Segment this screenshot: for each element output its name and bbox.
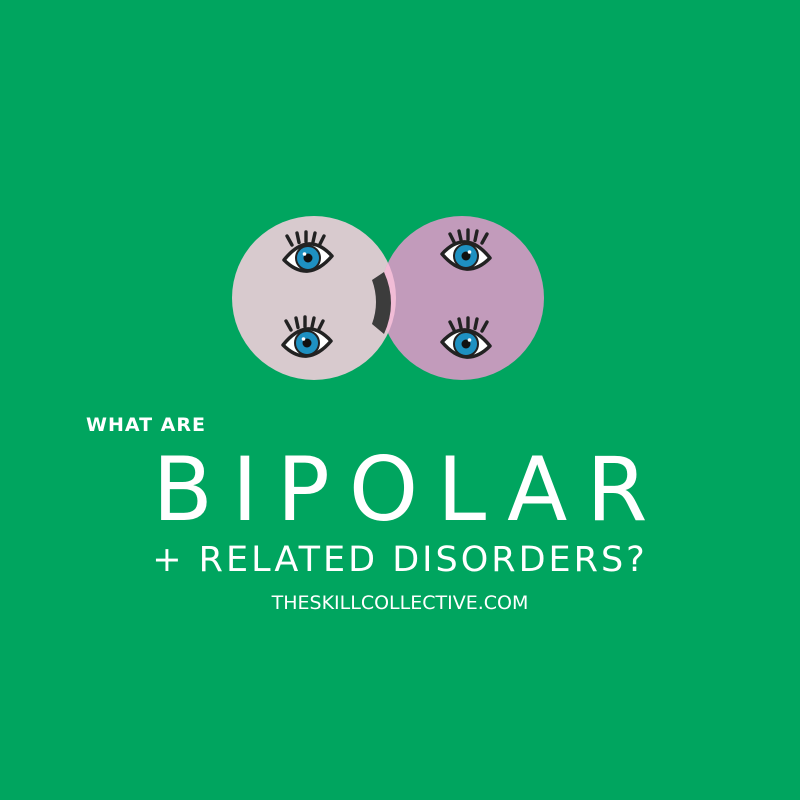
- subheadline: + RELATED DISORDERS?: [152, 540, 648, 580]
- website-text: THESKILLCOLLECTIVE.COM: [271, 592, 529, 614]
- venn-face-illustration: [232, 216, 544, 380]
- headline: BIPOLAR: [152, 438, 667, 541]
- poster: WHAT ARE BIPOLAR + RELATED DISORDERS? TH…: [0, 0, 800, 800]
- kicker-text: WHAT ARE: [86, 414, 206, 436]
